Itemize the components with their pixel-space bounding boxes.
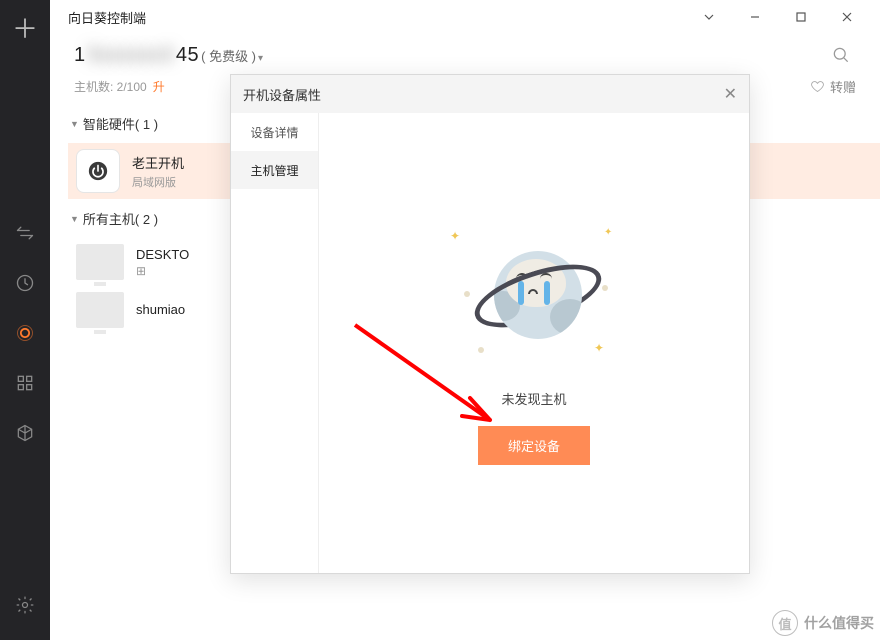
minimize-button[interactable] [732,2,778,32]
titlebar: 向日葵控制端 [50,0,880,34]
sunflower-icon[interactable] [0,308,50,358]
account-id: 15xxxxxx345 [74,44,199,67]
device-properties-modal: 开机设备属性 ✕ 设备详情 主机管理 ✦ ✦ ✦ [230,74,750,574]
tab-host-manage[interactable]: 主机管理 [231,151,318,189]
watermark-icon: 值 [772,610,798,636]
transfer-icon[interactable] [0,208,50,258]
maximize-button[interactable] [778,2,824,32]
modal-content: ✦ ✦ ✦ [319,113,749,573]
device-name: shumiao [136,302,185,317]
left-sidebar: ＋ [0,0,50,640]
modal-close-icon[interactable]: ✕ [724,84,737,104]
search-icon[interactable] [820,37,862,73]
device-name: DESKTO [136,247,189,262]
watermark: 值 什么值得买 [772,610,874,636]
device-sub: 局域网版 [132,174,184,190]
collapse-button[interactable] [686,2,732,32]
close-button[interactable] [824,2,870,32]
empty-message: 未发现主机 [501,389,566,408]
apps-icon[interactable] [0,358,50,408]
monitor-icon [76,292,124,328]
tab-device-detail[interactable]: 设备详情 [231,113,318,151]
modal-sidebar: 设备详情 主机管理 [231,113,319,573]
clock-icon[interactable] [0,258,50,308]
device-name: 老王开机 [132,153,184,172]
monitor-icon [76,244,124,280]
add-icon[interactable]: ＋ [12,6,38,48]
windows-icon: ⊞ [136,264,146,278]
cube-icon[interactable] [0,408,50,458]
host-count: 主机数: 2/100 [74,78,147,95]
heart-icon [810,79,825,94]
modal-header: 开机设备属性 ✕ [231,75,749,113]
power-icon [76,149,120,193]
gift-link[interactable]: 转赠 [810,77,856,96]
modal-title: 开机设备属性 [243,85,321,104]
app-title: 向日葵控制端 [68,8,146,27]
crying-earth-illustration: ✦ ✦ ✦ [444,221,624,371]
account-row: 15xxxxxx345 ( 免费级 )▾ [50,34,880,76]
watermark-text: 什么值得买 [804,613,874,633]
bind-device-button[interactable]: 绑定设备 [478,426,590,465]
plan-label[interactable]: ( 免费级 )▾ [201,46,263,65]
upgrade-link[interactable]: 升 [153,78,165,95]
settings-icon[interactable] [0,580,50,630]
main-panel: 向日葵控制端 15xxxxxx345 ( 免费级 )▾ 主机数: 2/100 升 [50,0,880,640]
